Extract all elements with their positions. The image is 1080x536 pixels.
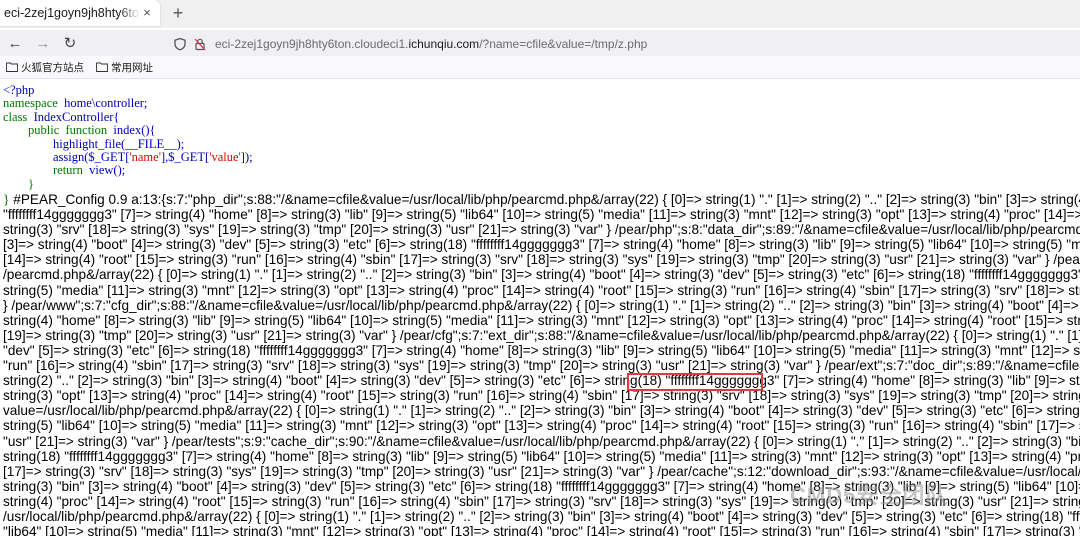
- output-text: string(5) "media" [11]=> string(3) "mnt"…: [3, 282, 1080, 298]
- code-part: ],$_GET[: [160, 150, 210, 165]
- shield-icon[interactable]: [173, 37, 187, 51]
- output-line: "dev" [5]=> string(3) "etc" [6]=> string…: [3, 343, 1080, 358]
- output-line: string(3) "opt" [13]=> string(4) "proc" …: [3, 388, 1080, 403]
- folder-icon: [6, 62, 18, 72]
- new-tab-button[interactable]: +: [168, 2, 188, 24]
- browser-tab[interactable]: eci-2zej1goyn9jh8hty6ton.cloudeci1.ichun…: [0, 0, 160, 26]
- output-line: string(4) "home" [8]=> string(3) "lib" […: [3, 313, 1080, 328]
- code-keyword: namespace: [3, 96, 58, 111]
- output-text: /pearcmd.php&/array(22) { [0]=> string(1…: [3, 267, 1080, 283]
- output-text: "lib64" [10]=> string(5) "media" [11]=> …: [3, 524, 1080, 536]
- folder-icon: [96, 62, 108, 72]
- tab-title: eci-2zej1goyn9jh8hty6ton.cloudeci1.ichun…: [4, 6, 140, 20]
- code-part: assign($_GET[: [53, 150, 130, 165]
- output-text: string(3) "bin" [3]=> string(4) "boot" […: [3, 478, 1080, 494]
- output-text: string(2) ".." [2]=> string(3) "bin" [3]…: [3, 373, 1080, 389]
- output-text: string(18) "ffffffff14ggggggg3" [7]=> st…: [3, 448, 1080, 464]
- code-line: highlight_file(__FILE__);: [53, 136, 185, 151]
- close-icon[interactable]: ×: [140, 4, 154, 22]
- bookmark-firefox-official[interactable]: 火狐官方站点: [6, 60, 84, 75]
- output-text: } /pear/www";s:7:"cfg_dir";s:88:"/&name=…: [3, 297, 1080, 313]
- code-part: ]);: [240, 150, 253, 165]
- url-prefix: eci-2zej1goyn9jh8hty6ton.cloudeci1.: [215, 36, 409, 51]
- output-text: string(4) "home" [8]=> string(3) "lib" […: [3, 312, 1080, 328]
- output-line: "lib64" [10]=> string(5) "media" [11]=> …: [3, 524, 1080, 536]
- output-line: string(3) "srv" [18]=> string(3) "sys" […: [3, 222, 1080, 237]
- output-line: [3]=> string(4) "boot" [4]=> string(3) "…: [3, 237, 1080, 252]
- output-text: [19]=> string(3) "tmp" [20]=> string(3) …: [3, 327, 1080, 343]
- output-text: string(3) "srv" [18]=> string(3) "sys" […: [3, 222, 1080, 238]
- output-line: "run" [16]=> string(4) "sbin" [17]=> str…: [3, 358, 1080, 373]
- output-line: /pearcmd.php&/array(22) { [0]=> string(1…: [3, 267, 1080, 282]
- code-string: 'value': [209, 150, 241, 165]
- code-keyword: class: [3, 109, 28, 124]
- code-brace: }: [28, 176, 34, 191]
- navigation-bar: ← → ↻ eci-2zej1goyn9jh8hty6ton.cloudeci1…: [0, 30, 1080, 56]
- output-line: [17]=> string(3) "srv" [18]=> string(3) …: [3, 464, 1080, 479]
- output-text: value=/usr/local/lib/php/pearcmd.php&/ar…: [3, 403, 1080, 419]
- bookmarks-toolbar: 火狐官方站点 常用网址: [0, 56, 1080, 79]
- output-text: string(5) "lib64" [10]=> string(5) "medi…: [3, 418, 1080, 434]
- output-text: string(3) "opt" [13]=> string(4) "proc" …: [3, 388, 1080, 404]
- output-line: } /pear/www";s:7:"cfg_dir";s:88:"/&name=…: [3, 298, 1080, 313]
- page-output: } #PEAR_Config 0.9 a:13:{s:7:"php_dir";s…: [3, 192, 1080, 536]
- output-line: string(2) ".." [2]=> string(3) "bin" [3]…: [3, 373, 1080, 388]
- output-line: "ffffffff14ggggggg3" [7]=> string(4) "ho…: [3, 207, 1080, 222]
- code-value: home\controller;: [64, 96, 148, 111]
- output-line: [19]=> string(3) "tmp" [20]=> string(3) …: [3, 328, 1080, 343]
- code-value: view();: [89, 163, 126, 178]
- output-line: "usr" [21]=> string(3) "var" } /pear/tes…: [3, 434, 1080, 449]
- code-line: <?php: [3, 83, 35, 97]
- output-line: } #PEAR_Config 0.9 a:13:{s:7:"php_dir";s…: [3, 192, 1080, 207]
- output-line: string(5) "media" [11]=> string(3) "mnt"…: [3, 283, 1080, 298]
- output-text: [17]=> string(3) "srv" [18]=> string(3) …: [3, 463, 1080, 479]
- bookmark-label: 火狐官方站点: [21, 61, 84, 74]
- code-string: 'name': [129, 150, 161, 165]
- address-bar[interactable]: eci-2zej1goyn9jh8hty6ton.cloudeci1.ichun…: [166, 31, 1080, 56]
- bookmark-common-sites[interactable]: 常用网址: [96, 60, 153, 75]
- back-button[interactable]: ←: [4, 33, 26, 55]
- code-value: IndexController{: [33, 109, 120, 124]
- page-content: <?php namespace home\controller; class I…: [0, 79, 1080, 536]
- forward-button[interactable]: →: [32, 33, 54, 55]
- php-source-code: <?php namespace home\controller; class I…: [3, 83, 253, 191]
- output-text: "ffffffff14ggggggg3" [7]=> string(4) "ho…: [3, 207, 1080, 223]
- output-line: string(3) "bin" [3]=> string(4) "boot" […: [3, 479, 1080, 494]
- insecure-lock-icon[interactable]: [193, 37, 207, 51]
- output-text: string(4) "proc" [14]=> string(4) "root"…: [3, 493, 1080, 509]
- output-line: /usr/local/lib/php/pearcmd.php&/array(22…: [3, 509, 1080, 524]
- arrow-left-icon: ←: [7, 35, 23, 52]
- url-domain: ichunqiu.com: [408, 36, 480, 51]
- arrow-right-icon: →: [35, 35, 51, 52]
- output-text: /usr/local/lib/php/pearcmd.php&/array(22…: [3, 508, 1080, 524]
- url-text[interactable]: eci-2zej1goyn9jh8hty6ton.cloudeci1.ichun…: [215, 37, 647, 51]
- reload-icon: ↻: [63, 35, 77, 52]
- output-text: #PEAR_Config 0.9 a:13:{s:7:"php_dir";s:8…: [9, 192, 1080, 207]
- code-keyword: public: [28, 123, 60, 138]
- output-text: "dev" [5]=> string(3) "etc" [6]=> string…: [3, 342, 1080, 358]
- output-text: "usr" [21]=> string(3) "var" } /pear/tes…: [3, 433, 1080, 449]
- output-text: [3]=> string(4) "boot" [4]=> string(3) "…: [3, 237, 1080, 253]
- tab-strip: eci-2zej1goyn9jh8hty6ton.cloudeci1.ichun…: [0, 0, 1080, 28]
- output-line: string(18) "ffffffff14ggggggg3" [7]=> st…: [3, 449, 1080, 464]
- output-line: value=/usr/local/lib/php/pearcmd.php&/ar…: [3, 403, 1080, 418]
- reload-button[interactable]: ↻: [59, 33, 81, 55]
- output-line: string(4) "proc" [14]=> string(4) "root"…: [3, 494, 1080, 509]
- code-value: index(){: [113, 123, 156, 138]
- code-keyword: function: [65, 123, 108, 138]
- code-keyword: return: [53, 163, 83, 178]
- output-line: string(5) "lib64" [10]=> string(5) "medi…: [3, 418, 1080, 433]
- url-path: /?name=cfile&value=/tmp/z.php: [479, 36, 648, 51]
- output-text: [14]=> string(4) "root" [15]=> string(3)…: [3, 252, 1080, 268]
- output-line: [14]=> string(4) "root" [15]=> string(3)…: [3, 252, 1080, 267]
- bookmark-label: 常用网址: [111, 61, 153, 74]
- output-text: "run" [16]=> string(4) "sbin" [17]=> str…: [3, 358, 1080, 374]
